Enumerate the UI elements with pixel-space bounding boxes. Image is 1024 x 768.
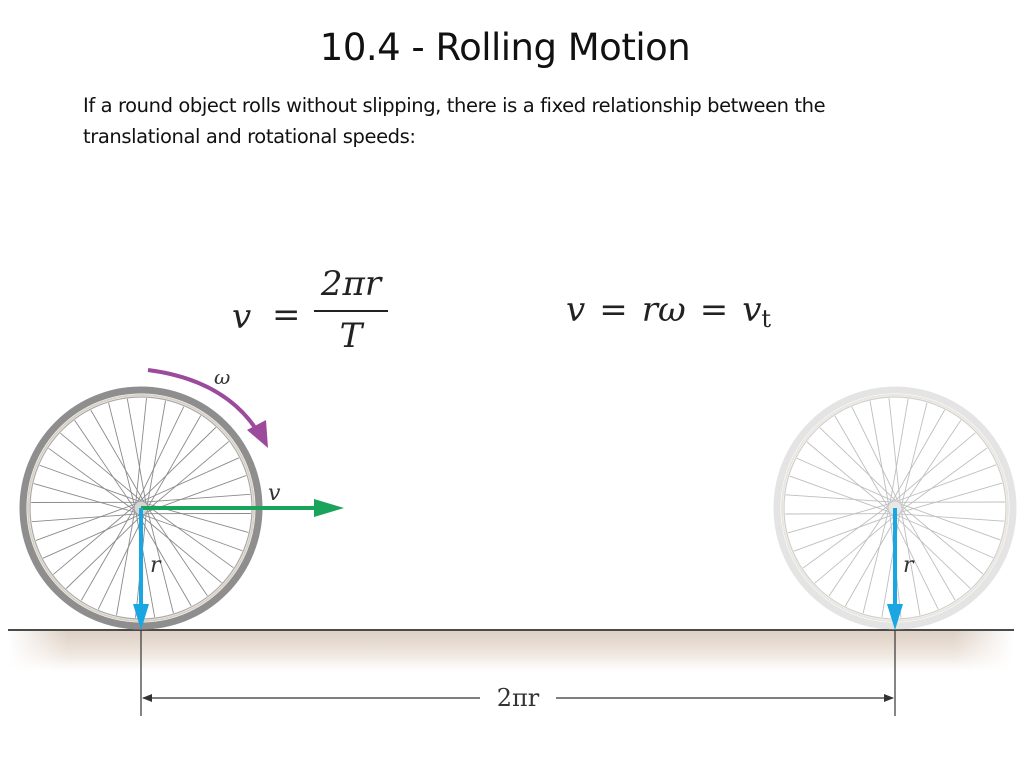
wheel-spoke	[901, 447, 988, 511]
rolling-wheel-diagram: ω v r r 2πr	[8, 365, 1017, 716]
wheel-spoke	[31, 513, 138, 523]
wheel-spoke	[819, 427, 897, 502]
distance-label: 2πr	[497, 684, 540, 712]
wheel-spoke	[901, 505, 984, 575]
wheel-spoke	[116, 510, 136, 616]
ground-shadow-fade	[8, 631, 1014, 671]
wheel-spoke	[35, 503, 136, 541]
wheel-spoke	[147, 441, 229, 511]
radius-label-left: r	[150, 553, 162, 578]
wheel-spoke	[139, 427, 217, 502]
wheel-spoke	[881, 512, 901, 618]
wheel-spoke	[793, 514, 894, 552]
wheel-spoke	[900, 503, 1001, 541]
wheel-spoke	[896, 464, 997, 502]
wheel-spoke	[888, 398, 901, 504]
wheel-spoke	[898, 513, 1005, 522]
wheel-spoke	[896, 514, 994, 559]
angular-velocity-arrow	[147, 368, 260, 434]
wheel-spoke	[802, 505, 889, 569]
wheel-spoke	[65, 514, 143, 589]
wheel-spoke	[869, 400, 890, 506]
wheel-spoke	[147, 415, 202, 508]
wheel-spoke	[144, 493, 251, 503]
wheel-spoke	[834, 415, 889, 508]
wheel-spoke	[80, 508, 135, 601]
wheel-spoke	[42, 514, 140, 559]
distance-label-text: 2πr	[497, 684, 540, 712]
radius-label-right: r	[903, 553, 915, 578]
wheel-spoke	[789, 475, 890, 513]
wheel-spoke	[39, 464, 140, 502]
wheel-spoke	[796, 457, 894, 502]
wheel-spoke	[142, 457, 240, 502]
wheel-spoke	[146, 400, 166, 506]
wheel-spoke	[48, 447, 135, 511]
wheel-spoke	[889, 398, 909, 504]
wheel-spoke	[60, 432, 142, 502]
omega-label: ω	[214, 365, 230, 389]
wheel-spoke	[53, 505, 135, 575]
wheel-spoke	[806, 441, 889, 511]
wheel-spoke	[785, 494, 892, 503]
velocity-arrowhead	[314, 499, 344, 517]
wheel-spoke	[814, 514, 896, 584]
wheel-spoke	[142, 514, 243, 552]
velocity-label: v	[268, 481, 281, 506]
wheel-spoke	[894, 432, 976, 502]
